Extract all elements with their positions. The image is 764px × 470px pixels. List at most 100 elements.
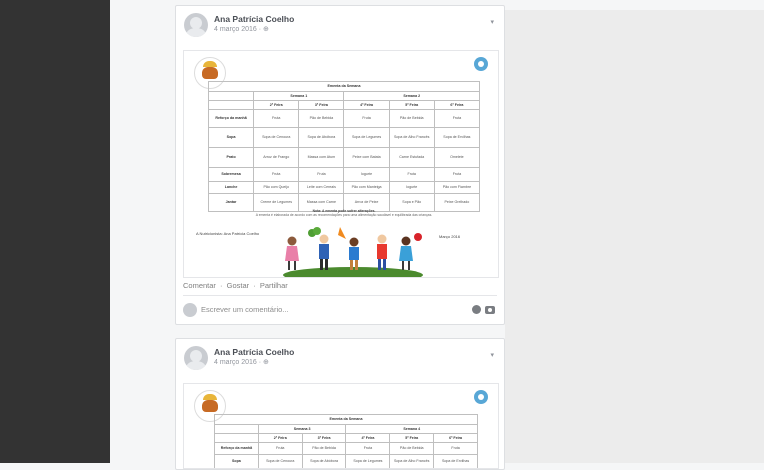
menu-cell: Fruta bbox=[433, 442, 478, 455]
menu-row-label: Sobremesa bbox=[207, 167, 255, 182]
day-header: 2ª Feira bbox=[257, 433, 303, 443]
commenter-avatar bbox=[183, 303, 197, 317]
feed-post: Ana Patrícia Coelho 4 março 2016 · ⊕ ▾ E… bbox=[175, 5, 505, 325]
day-corner bbox=[214, 433, 259, 443]
menu-row-label: Sopa bbox=[214, 454, 259, 468]
child-2 bbox=[319, 234, 329, 270]
menu-table: Ementa da Semana Semana 3 Semana 4 2ª Fe… bbox=[214, 414, 478, 468]
menu-cell: Sopa de Ervilhas bbox=[433, 454, 478, 468]
chevron-down-icon[interactable]: ▾ bbox=[490, 351, 494, 359]
logo-body bbox=[202, 67, 218, 79]
menu-cell: Arroz de Frango bbox=[253, 147, 300, 168]
week-left-label: Semana 1 bbox=[253, 91, 345, 101]
menu-title: Ementa da Semana bbox=[208, 81, 480, 92]
menu-corner bbox=[214, 424, 259, 434]
brand-icon bbox=[474, 390, 488, 404]
day-header: 2ª Feira bbox=[253, 100, 300, 110]
menu-cell: Pão de Bebida bbox=[389, 442, 435, 455]
menu-title: Ementa da Semana bbox=[214, 414, 478, 425]
carrot bbox=[338, 227, 346, 239]
share-button[interactable]: Partilhar bbox=[260, 281, 288, 290]
broccoli bbox=[308, 227, 321, 237]
menu-row-label: Reforço da manhã bbox=[207, 109, 255, 128]
menu-cell: Sopa de Cenoura bbox=[253, 127, 300, 148]
note-body: A ementa é elaborada de acordo com as re… bbox=[255, 213, 433, 218]
menu-cell: Sopa de Abóbora bbox=[298, 127, 345, 148]
menu-cell: Massa com Atum bbox=[298, 147, 345, 168]
menu-row-label: Prato bbox=[207, 147, 255, 168]
child-3 bbox=[349, 237, 359, 270]
camera-icon[interactable] bbox=[485, 306, 495, 314]
menu-cell: Carne Estufada bbox=[388, 147, 435, 168]
menu-cell: Fruta bbox=[343, 109, 390, 128]
menu-cell: Pão de Bebida bbox=[298, 109, 345, 128]
menu-row-label: Reforço da manhã bbox=[214, 442, 259, 455]
apple bbox=[414, 233, 422, 241]
emoji-icon[interactable] bbox=[472, 305, 481, 314]
comment-input[interactable]: Escrever um comentário... bbox=[201, 304, 491, 316]
week-right-label: Semana 2 bbox=[343, 91, 480, 101]
menu-row-label: Lanche bbox=[207, 181, 255, 194]
week-right-label: Semana 4 bbox=[345, 424, 478, 434]
post-date[interactable]: 4 março 2016 · ⊕ bbox=[214, 25, 269, 33]
post-date[interactable]: 4 março 2016 · ⊕ bbox=[214, 358, 269, 366]
menu-cell: Fruta bbox=[253, 167, 300, 182]
menu-cell: Sopa de Abóbora bbox=[301, 454, 347, 468]
menu-table: Ementa da Semana Semana 1 Semana 2 2ª Fe… bbox=[207, 81, 481, 212]
day-header: 6ª Feira bbox=[433, 100, 481, 110]
divider bbox=[183, 295, 497, 296]
menu-cell: Leite com Cereais bbox=[298, 181, 345, 194]
post-author[interactable]: Ana Patrícia Coelho bbox=[214, 14, 294, 24]
menu-cell: Peixe com Batata bbox=[343, 147, 390, 168]
child-5 bbox=[399, 233, 422, 270]
menu-row-label: Sopa bbox=[207, 127, 255, 148]
post-image-menu[interactable]: Ementa da Semana Semana 3 Semana 4 2ª Fe… bbox=[183, 383, 499, 469]
menu-cell: Fruta bbox=[298, 167, 345, 182]
menu-cell: Fruta bbox=[433, 167, 481, 182]
child-4 bbox=[377, 234, 387, 270]
menu-cell: Sopa de Alho Francês bbox=[389, 454, 435, 468]
brand-icon bbox=[474, 57, 488, 71]
day-header: 6ª Feira bbox=[433, 433, 478, 443]
post-actions: Comentar · Gostar · Partilhar bbox=[183, 281, 290, 290]
signature: A Nutricionista: Ana Patrícia Coelho bbox=[196, 231, 260, 236]
right-column-placeholder bbox=[505, 10, 764, 463]
children-illustration bbox=[283, 227, 423, 277]
day-corner bbox=[207, 100, 255, 110]
menu-cell: Pão de Bebida bbox=[301, 442, 347, 455]
chevron-down-icon[interactable]: ▾ bbox=[490, 18, 494, 26]
menu-cell: Sopa de Cenoura bbox=[257, 454, 303, 468]
menu-cell: Pão com Fiambre bbox=[433, 181, 481, 194]
menu-cell: Fruta bbox=[388, 167, 435, 182]
author-avatar[interactable] bbox=[184, 13, 208, 37]
menu-cell: Sopa de Alho Francês bbox=[388, 127, 435, 148]
post-author[interactable]: Ana Patrícia Coelho bbox=[214, 347, 294, 357]
like-button[interactable]: Gostar bbox=[227, 281, 250, 290]
menu-cell: Omelete bbox=[433, 147, 481, 168]
feed-post: Ana Patrícia Coelho 4 março 2016 · ⊕ ▾ E… bbox=[175, 338, 505, 470]
day-header: 3ª Feira bbox=[298, 100, 345, 110]
menu-cell: Fruta bbox=[345, 442, 391, 455]
menu-cell: Fruta bbox=[433, 109, 481, 128]
menu-corner bbox=[207, 91, 255, 101]
child-1 bbox=[285, 236, 299, 270]
menu-notes: Nota: A ementa pode sofrer alterações. A… bbox=[218, 209, 470, 217]
menu-cell: Iogurte bbox=[343, 167, 390, 182]
day-header: 5ª Feira bbox=[388, 100, 435, 110]
comment-button[interactable]: Comentar bbox=[183, 281, 216, 290]
day-header: 3ª Feira bbox=[301, 433, 347, 443]
day-header: 4ª Feira bbox=[345, 433, 391, 443]
menu-cell: Iogurte bbox=[388, 181, 435, 194]
menu-cell: Pão com Queijo bbox=[253, 181, 300, 194]
post-image-menu[interactable]: Ementa da Semana Semana 1 Semana 2 2ª Fe… bbox=[183, 50, 499, 278]
action-separator: · bbox=[253, 281, 256, 290]
menu-cell: Pão com Manteiga bbox=[343, 181, 390, 194]
menu-cell: Sopa de Legumes bbox=[345, 454, 391, 468]
left-rail bbox=[0, 0, 110, 463]
comment-composer: Escrever um comentário... bbox=[183, 302, 497, 318]
day-header: 4ª Feira bbox=[343, 100, 390, 110]
author-avatar[interactable] bbox=[184, 346, 208, 370]
action-separator: · bbox=[220, 281, 223, 290]
menu-cell: Pão de Bebida bbox=[388, 109, 435, 128]
day-header: 5ª Feira bbox=[389, 433, 435, 443]
